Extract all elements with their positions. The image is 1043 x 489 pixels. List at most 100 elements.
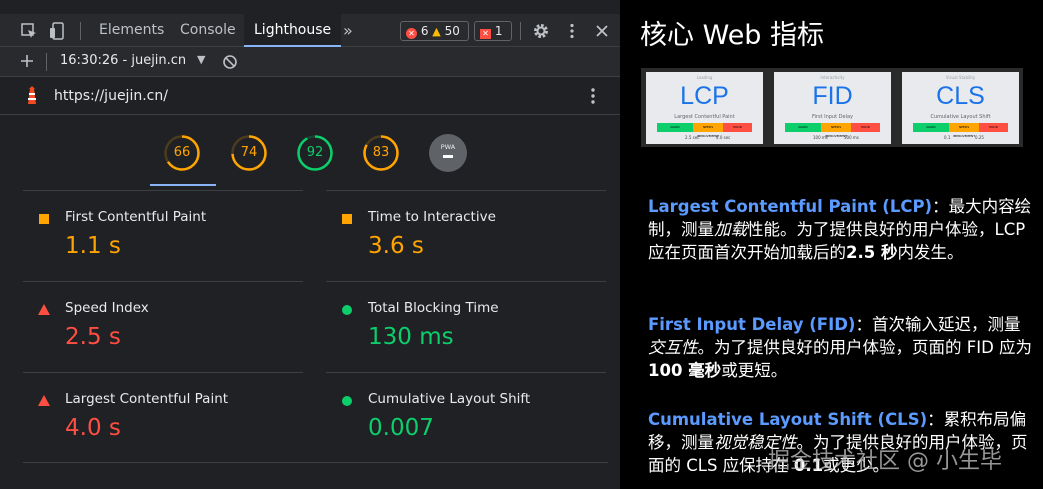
selected-category-indicator bbox=[150, 184, 216, 186]
more-options-kebab-icon[interactable] bbox=[563, 22, 581, 40]
threshold-tick: 300 ms bbox=[844, 135, 859, 140]
lcp-emphasis: 加载 bbox=[714, 220, 747, 239]
threshold-bar: GOOD NEEDS IMPROVEMENT POOR bbox=[785, 123, 880, 138]
toolbar-divider bbox=[520, 22, 521, 40]
metric-total-blocking-time: Total Blocking Time 130 ms bbox=[326, 281, 606, 372]
cls-term: Cumulative Layout Shift (CLS) bbox=[648, 410, 928, 429]
error-warning-counter[interactable]: ✕ 6 ▲ 50 bbox=[400, 21, 469, 41]
fid-term: First Input Delay (FID) bbox=[648, 315, 856, 334]
metric-label: Total Blocking Time bbox=[368, 300, 499, 316]
metric-largest-contentful-paint: Largest Contentful Paint 4.0 s bbox=[23, 372, 303, 463]
pwa-badge: PWA bbox=[429, 134, 467, 172]
vitals-cards: Loading LCP Largest Contentful Paint GOO… bbox=[641, 68, 1023, 147]
poor-segment: POOR bbox=[979, 123, 1008, 132]
clear-reports-icon[interactable] bbox=[222, 54, 238, 74]
pwa-label: PWA bbox=[440, 143, 456, 151]
threshold-tick: 2.5 sec bbox=[685, 135, 700, 140]
score-gauge-pwa[interactable]: PWA bbox=[429, 134, 467, 172]
core-web-vitals-slide: 核心 Web 指标 Loading LCP Largest Contentful… bbox=[620, 0, 1043, 489]
settings-gear-icon[interactable] bbox=[532, 22, 550, 40]
devtools-panel: Elements Console Lighthouse » ✕ 6 ▲ 50 ✕… bbox=[0, 0, 620, 489]
good-segment: GOOD bbox=[913, 123, 949, 132]
needs-improvement-segment: NEEDS IMPROVEMENT bbox=[821, 123, 851, 138]
score-value: 92 bbox=[306, 145, 324, 160]
close-devtools-icon[interactable] bbox=[593, 22, 611, 40]
needs-improvement-segment: NEEDS IMPROVEMENT bbox=[693, 123, 723, 138]
average-square-icon bbox=[39, 214, 49, 224]
lcp-text: 内发生。 bbox=[897, 243, 964, 262]
fid-description: First Input Delay (FID)：首次输入延迟，测量交互性。为了提… bbox=[648, 313, 1033, 382]
score-gauge-best-practices[interactable]: 92 bbox=[296, 134, 334, 172]
toolbar-divider bbox=[80, 22, 81, 40]
fid-threshold: 100 毫秒 bbox=[648, 361, 722, 380]
card-caption: Visual Stability bbox=[945, 75, 976, 80]
tab-elements[interactable]: Elements bbox=[89, 14, 174, 47]
threshold-tick: 0.25 bbox=[975, 135, 984, 140]
needs-improvement-segment: NEEDS IMPROVEMENT bbox=[949, 123, 979, 138]
devtools-tab-bar: Elements Console Lighthouse » ✕ 6 ▲ 50 ✕… bbox=[0, 14, 620, 47]
fid-text: 。为了提供良好的用户体验，页面的 FID 应为 bbox=[697, 338, 1033, 357]
vital-card-cls: Visual Stability CLS Cumulative Layout S… bbox=[902, 72, 1019, 144]
metric-value: 2.5 s bbox=[65, 324, 121, 350]
report-url-bar: https://juejin.cn/ bbox=[0, 77, 620, 115]
lcp-threshold: 2.5 秒 bbox=[846, 243, 898, 262]
toolbar-divider bbox=[46, 53, 47, 71]
lcp-description: Largest Contentful Paint (LCP)：最大内容绘制，测量… bbox=[648, 195, 1033, 264]
score-value: 83 bbox=[372, 145, 390, 160]
inspect-element-icon[interactable] bbox=[20, 22, 38, 40]
report-menu-kebab-icon[interactable] bbox=[585, 86, 601, 110]
lcp-term: Largest Contentful Paint (LCP) bbox=[648, 197, 933, 216]
threshold-bar: GOOD NEEDS IMPROVEMENT POOR bbox=[913, 123, 1008, 138]
card-subtitle: First Input Delay bbox=[812, 114, 853, 120]
chevron-down-icon[interactable]: ▼ bbox=[197, 53, 205, 66]
score-gauge-seo[interactable]: 83 bbox=[362, 134, 400, 172]
metric-value: 130 ms bbox=[368, 324, 454, 350]
metric-speed-index: Speed Index 2.5 s bbox=[23, 281, 303, 372]
report-selector[interactable]: 16:30:26 - juejin.cn bbox=[60, 53, 186, 68]
metric-label: Cumulative Layout Shift bbox=[368, 391, 531, 407]
card-caption: Interactivity bbox=[820, 75, 845, 80]
fid-emphasis: 交互性 bbox=[648, 338, 698, 357]
issue-icon: ✕ bbox=[480, 29, 491, 39]
issues-count: 1 bbox=[494, 24, 503, 38]
card-subtitle: Cumulative Layout Shift bbox=[930, 114, 991, 120]
fail-triangle-icon bbox=[38, 304, 50, 315]
metric-value: 0.007 bbox=[368, 415, 434, 441]
device-toolbar-icon[interactable] bbox=[49, 22, 67, 40]
warning-count: 50 bbox=[444, 24, 460, 38]
tab-lighthouse[interactable]: Lighthouse bbox=[244, 14, 342, 47]
card-subtitle: Largest Contentful Paint bbox=[674, 114, 735, 120]
tab-console[interactable]: Console bbox=[170, 14, 246, 47]
new-report-plus-icon[interactable] bbox=[19, 53, 35, 73]
score-value: 74 bbox=[240, 145, 258, 160]
error-count: 6 bbox=[420, 24, 429, 38]
fid-text: 或更短。 bbox=[721, 361, 788, 380]
vital-card-lcp: Loading LCP Largest Contentful Paint GOO… bbox=[646, 72, 763, 144]
card-abbr: CLS bbox=[936, 82, 985, 110]
metric-value: 1.1 s bbox=[65, 233, 121, 259]
report-url[interactable]: https://juejin.cn/ bbox=[54, 88, 168, 104]
threshold-tick: 4.0 sec bbox=[716, 135, 731, 140]
card-abbr: FID bbox=[812, 82, 853, 110]
metric-label: Time to Interactive bbox=[368, 209, 496, 225]
fail-triangle-icon bbox=[38, 395, 50, 406]
watermark: 掘金技术社区 @ 小生毕 bbox=[768, 449, 1002, 474]
more-tabs-button[interactable]: » bbox=[333, 14, 363, 47]
pass-circle-icon bbox=[342, 305, 352, 315]
issues-counter[interactable]: ✕ 1 bbox=[474, 21, 512, 41]
score-gauge-accessibility[interactable]: 74 bbox=[230, 134, 268, 172]
metric-value: 4.0 s bbox=[65, 415, 121, 441]
metric-label: Largest Contentful Paint bbox=[65, 391, 229, 407]
metric-cumulative-layout-shift: Cumulative Layout Shift 0.007 bbox=[326, 372, 606, 463]
score-gauge-performance[interactable]: 66 bbox=[163, 134, 201, 172]
error-icon: ✕ bbox=[406, 28, 417, 39]
card-caption: Loading bbox=[696, 75, 713, 80]
metric-label: First Contentful Paint bbox=[65, 209, 207, 225]
metric-label: Speed Index bbox=[65, 300, 149, 316]
good-segment: GOOD bbox=[785, 123, 821, 132]
metrics-grid: First Contentful Paint 1.1 s Time to Int… bbox=[23, 190, 608, 463]
slide-title: 核心 Web 指标 bbox=[640, 20, 825, 51]
poor-segment: POOR bbox=[723, 123, 752, 132]
score-value: 66 bbox=[173, 145, 191, 160]
threshold-bar: GOOD NEEDS IMPROVEMENT POOR bbox=[657, 123, 752, 138]
